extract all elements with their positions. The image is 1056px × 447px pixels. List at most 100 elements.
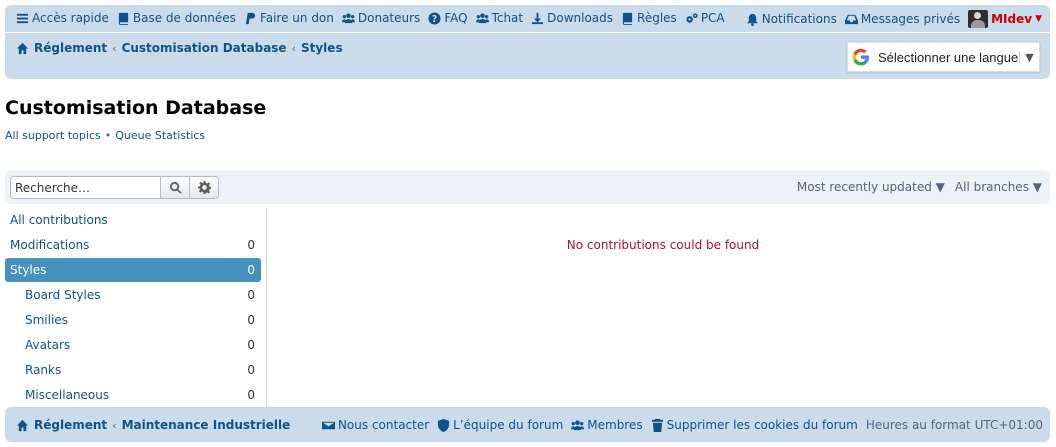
private-messages-link[interactable]: Messages privés xyxy=(844,12,960,26)
sidebar-item-styles[interactable]: Styles 0 xyxy=(5,258,261,282)
sidebar-item-avatars[interactable]: Avatars 0 xyxy=(5,333,261,357)
page-title: Customisation Database xyxy=(5,97,267,119)
queue-stats-link[interactable]: Queue Statistics xyxy=(115,129,205,142)
cogs-icon xyxy=(685,12,698,25)
nav-quick-access[interactable]: Accès rapide xyxy=(16,11,109,25)
sidebar-item-miscellaneous[interactable]: Miscellaneous 0 xyxy=(5,383,261,407)
notifications-link[interactable]: Notifications xyxy=(746,12,837,26)
trash-icon xyxy=(651,418,664,432)
sort-controls: Most recently updated ▼ All branches ▼ xyxy=(797,180,1042,194)
sidebar-item-count: 0 xyxy=(247,313,255,327)
sidebar-item-label: Modifications xyxy=(10,238,90,252)
timezone-text: Heures au format UTC+01:00 xyxy=(865,418,1043,432)
footer-links: Nous contacter L’équipe du forum Membres… xyxy=(321,418,1043,432)
envelope-icon xyxy=(321,419,335,432)
users-icon xyxy=(571,419,585,432)
users-icon xyxy=(341,12,355,25)
breadcrumb-item[interactable]: Customisation Database xyxy=(122,41,287,55)
sidebar-item-all[interactable]: All contributions xyxy=(5,208,261,232)
nav-donors[interactable]: Donateurs xyxy=(341,11,420,25)
google-icon xyxy=(852,48,869,66)
nav-left: Accès rapide Base de données Faire un do… xyxy=(16,11,725,25)
breadcrumb-item[interactable]: Styles xyxy=(301,41,343,55)
inbox-icon xyxy=(844,13,858,26)
avatar xyxy=(968,10,989,28)
sidebar-item-ranks[interactable]: Ranks 0 xyxy=(5,358,261,382)
book-icon xyxy=(621,12,634,25)
search-icon xyxy=(169,181,182,194)
sidebar-item-modifications[interactable]: Modifications 0 xyxy=(5,233,261,257)
sidebar-item-label: All contributions xyxy=(10,213,108,227)
notifications-label: Notifications xyxy=(761,12,837,26)
nav-donate[interactable]: Faire un don xyxy=(244,11,334,25)
caret-down-icon: ▼ xyxy=(1035,14,1042,24)
language-label: Sélectionner une langue xyxy=(878,49,1019,65)
toolbar: Most recently updated ▼ All branches ▼ xyxy=(5,170,1050,204)
advanced-search-button[interactable] xyxy=(190,176,219,199)
chevron-left-icon: ‹ xyxy=(291,41,296,55)
members-link[interactable]: Membres xyxy=(571,418,643,432)
home-icon[interactable] xyxy=(16,42,29,55)
users-icon xyxy=(475,12,489,25)
sidebar-item-label: Avatars xyxy=(25,338,71,352)
sidebar-item-board-styles[interactable]: Board Styles 0 xyxy=(5,283,261,307)
contact-label: Nous contacter xyxy=(337,418,430,432)
search-box xyxy=(10,176,219,199)
nav-label: PCA xyxy=(700,11,725,25)
bell-icon xyxy=(746,13,759,26)
nav-chat[interactable]: Tchat xyxy=(475,11,524,25)
team-link[interactable]: L’équipe du forum xyxy=(437,418,563,432)
branch-dropdown[interactable]: All branches ▼ xyxy=(955,180,1042,194)
question-icon: ? xyxy=(428,11,441,25)
home-icon[interactable] xyxy=(16,419,29,432)
sub-links: All support topics • Queue Statistics xyxy=(5,129,205,142)
nav-label: Faire un don xyxy=(259,11,334,25)
chevron-left-icon: ‹ xyxy=(112,41,117,55)
user-menu[interactable]: MIdev ▼ xyxy=(968,10,1042,28)
nav-right: Notifications Messages privés MIdev ▼ xyxy=(746,10,1042,28)
nav-label: Accès rapide xyxy=(32,11,109,25)
sidebar-item-count: 0 xyxy=(247,263,255,277)
nav-label: Tchat xyxy=(491,11,524,25)
breadcrumb-item[interactable]: Réglement xyxy=(34,41,107,55)
members-label: Membres xyxy=(587,418,643,432)
nav-acp[interactable]: PCA xyxy=(685,11,725,25)
sidebar-item-count: 0 xyxy=(247,363,255,377)
nav-label: Base de données xyxy=(132,11,236,25)
sidebar-item-count: 0 xyxy=(247,388,255,402)
empty-message: No contributions could be found xyxy=(566,238,760,252)
cookies-label: Supprimer les cookies du forum xyxy=(666,418,858,432)
language-selector[interactable]: Sélectionner une langue ▼ xyxy=(847,42,1040,72)
sidebar-item-smilies[interactable]: Smilies 0 xyxy=(5,308,261,332)
sidebar-item-label: Smilies xyxy=(25,313,68,327)
nav-label: Règles xyxy=(637,11,677,25)
support-topics-link[interactable]: All support topics xyxy=(5,129,101,142)
contact-link[interactable]: Nous contacter xyxy=(321,418,430,432)
search-input[interactable] xyxy=(10,176,161,199)
nav-downloads[interactable]: Downloads xyxy=(531,11,613,25)
username: MIdev xyxy=(991,12,1033,26)
breadcrumb: Réglement ‹ Customisation Database ‹ Sty… xyxy=(16,41,343,55)
nav-database[interactable]: Base de données xyxy=(117,11,236,25)
footer-crumb[interactable]: Maintenance Industrielle xyxy=(122,418,291,432)
nav-label: FAQ xyxy=(444,11,468,25)
nav-faq[interactable]: ? FAQ xyxy=(428,11,468,25)
dropdown-arrow-icon: ▼ xyxy=(1019,50,1039,64)
nav-bar: Accès rapide Base de données Faire un do… xyxy=(5,5,1050,33)
sidebar-item-count: 0 xyxy=(247,338,255,352)
chevron-left-icon: ‹ xyxy=(112,418,117,432)
sort-dropdown[interactable]: Most recently updated ▼ xyxy=(797,180,945,194)
paypal-icon xyxy=(244,12,257,25)
nav-label: Downloads xyxy=(547,11,614,25)
search-button[interactable] xyxy=(161,176,190,199)
shield-icon xyxy=(437,418,450,432)
footer-crumb[interactable]: Réglement xyxy=(34,418,107,432)
svg-text:?: ? xyxy=(432,13,437,24)
sidebar-item-label: Miscellaneous xyxy=(25,388,110,402)
header-panel: Accès rapide Base de données Faire un do… xyxy=(5,5,1050,79)
separator-dot: • xyxy=(104,129,112,142)
sidebar-item-count: 0 xyxy=(247,238,255,252)
nav-rules[interactable]: Règles xyxy=(621,11,677,25)
book-icon xyxy=(117,12,130,25)
delete-cookies-link[interactable]: Supprimer les cookies du forum xyxy=(651,418,858,432)
